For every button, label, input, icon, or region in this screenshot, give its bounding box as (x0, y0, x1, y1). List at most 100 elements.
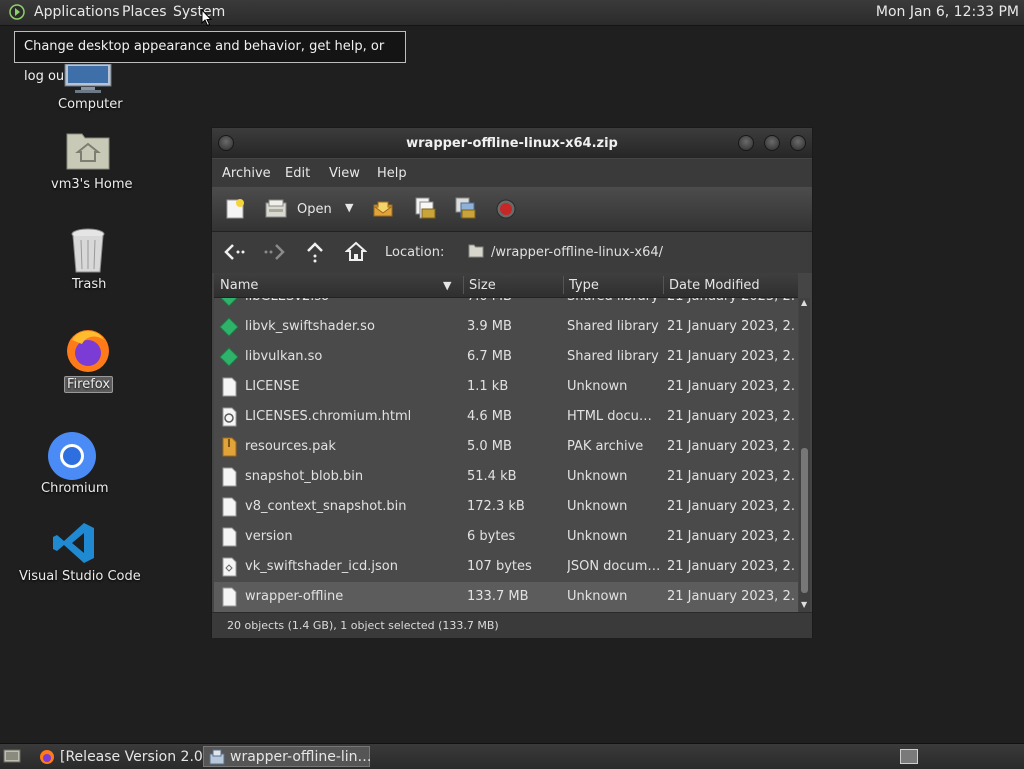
clock[interactable]: Mon Jan 6, 12:33 PM (876, 4, 1019, 20)
location-path[interactable]: /wrapper-offline-linux-x64/ (491, 245, 663, 260)
maximize-button[interactable] (764, 135, 780, 151)
taskbar-item-firefox[interactable]: [Release Version 2.0… (33, 746, 217, 767)
file-type: Shared library (567, 319, 659, 334)
file-type: JSON docum… (567, 559, 661, 574)
file-date-modified: 21 January 2023, 2… (667, 439, 795, 454)
sort-descending-icon[interactable]: ▼ (443, 279, 451, 292)
menu-view[interactable]: View (329, 166, 360, 181)
menu-archive[interactable]: Archive (222, 166, 271, 181)
file-type: HTML docu… (567, 409, 652, 424)
open-dropdown-arrow-icon[interactable]: ▼ (345, 201, 353, 214)
file-row[interactable]: v8_context_snapshot.bin 172.3 kB Unknown 21… (214, 492, 798, 522)
file-row[interactable]: libvulkan.so 6.7 MB Shared library 21 Janua… (214, 342, 798, 372)
file-type: Unknown (567, 499, 628, 514)
file-name: LICENSES.chromium.html (245, 409, 412, 424)
file-date-modified: 21 January 2023, 2… (667, 499, 795, 514)
close-button[interactable] (790, 135, 806, 151)
file-row[interactable]: resources.pak 5.0 MB PAK archive 21 January… (214, 432, 798, 462)
location-bar: Location: /wrapper-offline-linux-x64/ (212, 232, 812, 273)
places-menu[interactable]: Places (122, 4, 167, 20)
chromium-icon (48, 432, 96, 480)
new-archive-icon[interactable] (224, 198, 246, 220)
column-separator (463, 276, 464, 294)
file-date-modified: 21 January 2023, 2… (667, 379, 795, 394)
forward-arrow-icon[interactable] (264, 242, 286, 262)
menu-edit[interactable]: Edit (285, 166, 310, 181)
file-size: 172.3 kB (467, 499, 525, 514)
minimize-button[interactable] (738, 135, 754, 151)
home-icon[interactable] (345, 241, 367, 262)
open-archive-icon[interactable] (265, 199, 287, 219)
location-label: Location: (385, 245, 445, 260)
file-name: libGLESv2.so (245, 298, 460, 304)
file-row[interactable]: LICENSE 1.1 kB Unknown 21 January 2023, 2… (214, 372, 798, 402)
bottom-panel: [Release Version 2.0… wrapper-offline-li… (0, 743, 1024, 769)
trash-icon (71, 228, 105, 273)
vscode-icon (53, 523, 94, 563)
vertical-scrollbar[interactable]: ▲ ▼ (799, 298, 810, 612)
menubar: Archive Edit View Help (212, 159, 812, 187)
file-row[interactable]: libGLESv2.so 7.0 MB Shared library 21 Janua… (214, 298, 798, 312)
file-row[interactable]: libvk_swiftshader.so 3.9 MB Shared library… (214, 312, 798, 342)
show-desktop-icon[interactable] (3, 748, 21, 764)
system-menu-tooltip: Change desktop appearance and behavior, … (14, 31, 406, 84)
archive-icon (219, 437, 239, 457)
toolbar: Open ▼ (212, 187, 812, 232)
file-size: 1.1 kB (467, 379, 509, 394)
file-date-modified: 21 January 2023, 2… (667, 529, 795, 544)
file-type: Unknown (567, 529, 628, 544)
file-icon (219, 467, 239, 487)
file-type: Shared library (567, 298, 662, 304)
file-name: v8_context_snapshot.bin (245, 499, 407, 514)
file-type: Unknown (567, 589, 628, 604)
file-name: libvulkan.so (245, 349, 323, 364)
taskbar-item-archive-manager[interactable]: wrapper-offline-lin… (203, 746, 372, 767)
html-icon (219, 407, 239, 427)
file-list-header: Name ▼ Size Type Date Modified (214, 273, 798, 298)
column-size[interactable]: Size (469, 278, 496, 293)
window-titlebar[interactable]: wrapper-offline-linux-x64.zip (212, 128, 812, 158)
workspace-switcher-icon[interactable] (900, 749, 918, 764)
column-name[interactable]: Name (220, 278, 258, 293)
desktop-icon-label: Trash (72, 277, 107, 292)
home-folder-icon (66, 133, 110, 170)
menu-help[interactable]: Help (377, 166, 407, 181)
applications-menu[interactable]: Applications (34, 4, 120, 20)
file-size: 4.6 MB (467, 409, 512, 424)
top-panel: Applications Places System Mon Jan 6, 12… (0, 0, 1024, 26)
file-name: LICENSE (245, 379, 300, 394)
extract-icon[interactable] (372, 199, 394, 219)
file-row[interactable]: wrapper-offline 133.7 MB Unknown 21 January… (214, 582, 798, 612)
desktop-icon-label: vm3's Home (51, 177, 133, 192)
file-row[interactable]: vk_swiftshader_icd.json 107 bytes JSON doc… (214, 552, 798, 582)
main-menu-logo-icon[interactable] (9, 4, 25, 20)
file-row[interactable]: version 6 bytes Unknown 21 January 2023, 2… (214, 522, 798, 552)
folder-icon (468, 244, 484, 258)
computer-icon (64, 64, 112, 93)
open-button-label[interactable]: Open (297, 202, 332, 217)
up-arrow-icon[interactable] (305, 241, 325, 263)
file-row[interactable]: snapshot_blob.bin 51.4 kB Unknown 21 Januar… (214, 462, 798, 492)
back-arrow-icon[interactable] (223, 242, 245, 262)
file-date-modified: 21 January 2023, 2… (667, 319, 795, 334)
column-type[interactable]: Type (569, 278, 599, 293)
library-icon (219, 298, 239, 307)
scrollbar-thumb[interactable] (801, 448, 808, 593)
file-type: Shared library (567, 349, 659, 364)
column-date-modified[interactable]: Date Modified (669, 278, 760, 293)
archive-manager-window: wrapper-offline-linux-x64.zip Archive Ed… (211, 127, 813, 638)
system-menu[interactable]: System (173, 4, 225, 20)
file-type: Unknown (567, 379, 628, 394)
file-date-modified: 21 January 2023, 2… (667, 409, 795, 424)
file-size: 5.0 MB (467, 439, 512, 454)
archive-manager-icon (209, 749, 225, 765)
stop-icon[interactable] (496, 199, 516, 219)
add-files-icon[interactable] (413, 196, 437, 220)
scroll-up-arrow-icon[interactable]: ▲ (801, 298, 807, 307)
scroll-down-arrow-icon[interactable]: ▼ (801, 600, 807, 609)
file-name: wrapper-offline (245, 589, 344, 604)
add-folder-icon[interactable] (453, 196, 477, 220)
file-date-modified: 21 January 2023, 2… (667, 349, 795, 364)
taskbar-item-label: wrapper-offline-lin… (230, 749, 372, 765)
file-row[interactable]: LICENSES.chromium.html 4.6 MB HTML docu… 21… (214, 402, 798, 432)
